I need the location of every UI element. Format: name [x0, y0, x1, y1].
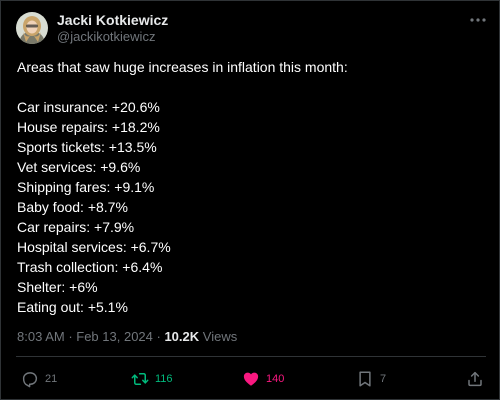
- author-handle[interactable]: @jackikotkiewicz: [57, 29, 155, 45]
- reply-count: 21: [45, 373, 58, 385]
- tweet-item-house-repairs: House repairs: +18.2%: [17, 119, 160, 135]
- author-name[interactable]: Jacki Kotkiewicz: [57, 12, 168, 28]
- tweet-card: Jacki Kotkiewicz @jackikotkiewicz Areas …: [0, 0, 500, 400]
- repost-count: 116: [155, 373, 173, 385]
- share-button[interactable]: [466, 368, 484, 390]
- tweet-item-shipping-fares: Shipping fares: +9.1%: [17, 179, 155, 195]
- avatar[interactable]: [16, 12, 48, 44]
- tweet-time[interactable]: 8:03 AM: [17, 329, 65, 344]
- share-icon: [468, 371, 482, 387]
- tweet-item-car-repairs: Car repairs: +7.9%: [17, 219, 135, 235]
- heart-icon: [243, 372, 259, 386]
- views-count[interactable]: 10.2K: [164, 329, 199, 344]
- divider: [16, 356, 486, 357]
- like-count: 140: [266, 373, 285, 385]
- tweet-date[interactable]: Feb 13, 2024: [76, 329, 153, 344]
- reply-button[interactable]: 21: [21, 368, 57, 390]
- bookmark-button[interactable]: 7: [356, 368, 386, 390]
- tweet-item-eating-out: Eating out: +5.1%: [17, 299, 128, 315]
- meta-separator: ·: [152, 329, 165, 344]
- tweet-intro: Areas that saw huge increases in inflati…: [17, 59, 348, 75]
- repost-button[interactable]: 116: [131, 368, 173, 390]
- tweet-item-car-insurance: Car insurance: +20.6%: [17, 99, 160, 115]
- meta-separator: ·: [64, 329, 77, 344]
- tweet-item-baby-food: Baby food: +8.7%: [17, 199, 128, 215]
- bookmark-count: 7: [380, 373, 387, 385]
- more-options-icon[interactable]: [467, 11, 489, 29]
- tweet-item-trash-collection: Trash collection: +6.4%: [17, 259, 163, 275]
- tweet-item-vet-services: Vet services: +9.6%: [17, 159, 141, 175]
- tweet-item-sports-tickets: Sports tickets: +13.5%: [17, 139, 157, 155]
- bookmark-icon: [359, 371, 371, 387]
- repost-icon: [131, 373, 149, 385]
- tweet-item-hospital-services: Hospital services: +6.7%: [17, 239, 171, 255]
- reply-icon: [22, 372, 38, 388]
- views-label: Views: [199, 329, 238, 344]
- tweet-meta: 8:03 AM · Feb 13, 2024 · 10.2K Views: [17, 329, 237, 345]
- like-button[interactable]: 140: [242, 368, 284, 390]
- tweet-item-shelter: Shelter: +6%: [17, 279, 98, 295]
- tweet-text: Areas that saw huge increases in inflati…: [17, 57, 487, 317]
